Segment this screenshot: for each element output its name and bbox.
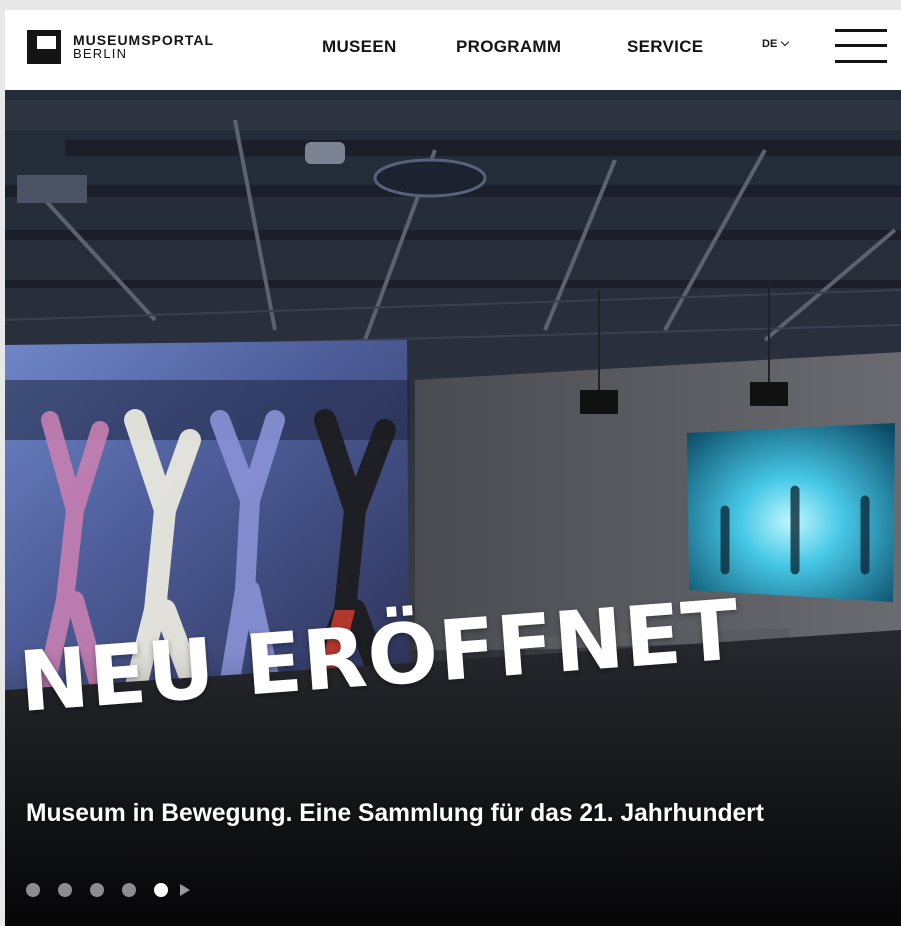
slider-dot-1[interactable] — [26, 883, 40, 897]
slider-dot-4[interactable] — [122, 883, 136, 897]
nav-item-programm[interactable]: PROGRAMM — [456, 37, 561, 57]
language-selector[interactable]: DE — [762, 37, 790, 50]
chevron-down-icon — [781, 37, 790, 47]
site-header: MUSEUMSPORTAL BERLIN MUSEEN PROGRAMM SER… — [5, 10, 901, 90]
logo-text: MUSEUMSPORTAL BERLIN — [73, 33, 214, 61]
hero-slider[interactable]: NEU ERÖFFNET Museum in Bewegung. Eine Sa… — [5, 90, 901, 926]
slider-dot-5[interactable] — [154, 883, 168, 897]
logo-name-line2: BERLIN — [73, 46, 128, 61]
hamburger-menu-icon[interactable] — [835, 29, 887, 63]
logo-name-line1: MUSEUMSPORTAL — [73, 32, 215, 48]
logo-mark-icon — [27, 30, 61, 64]
nav-item-service[interactable]: SERVICE — [627, 37, 703, 57]
slider-dot-3[interactable] — [90, 883, 104, 897]
language-current: DE — [762, 38, 778, 50]
play-icon[interactable] — [180, 884, 190, 896]
slider-dot-2[interactable] — [58, 883, 72, 897]
hero-subtitle[interactable]: Museum in Bewegung. Eine Sammlung für da… — [26, 800, 764, 828]
page: MUSEUMSPORTAL BERLIN MUSEEN PROGRAMM SER… — [5, 10, 901, 926]
site-logo[interactable]: MUSEUMSPORTAL BERLIN — [27, 30, 214, 64]
slider-pagination — [26, 883, 190, 897]
nav-item-museen[interactable]: MUSEEN — [322, 37, 397, 57]
